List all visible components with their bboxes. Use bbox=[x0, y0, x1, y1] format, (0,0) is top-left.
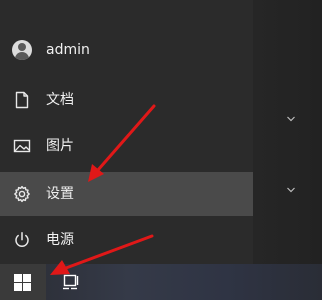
pictures-item[interactable]: 图片 bbox=[0, 124, 253, 168]
windows-logo-icon bbox=[14, 274, 31, 291]
document-icon bbox=[12, 90, 32, 110]
pictures-label: 图片 bbox=[46, 138, 74, 154]
start-menu-screen: admin 文档 图片 设置 电源 bbox=[0, 0, 322, 300]
task-view-button[interactable] bbox=[48, 264, 94, 300]
gear-icon bbox=[12, 184, 32, 204]
chevron-down-icon[interactable] bbox=[283, 111, 299, 127]
start-button[interactable] bbox=[0, 264, 46, 300]
settings-label: 设置 bbox=[46, 186, 74, 202]
power-item[interactable]: 电源 bbox=[0, 218, 253, 262]
documents-item[interactable]: 文档 bbox=[0, 78, 253, 122]
documents-label: 文档 bbox=[46, 92, 74, 108]
settings-item[interactable]: 设置 bbox=[0, 172, 253, 216]
picture-icon bbox=[12, 136, 32, 156]
chevron-down-icon[interactable] bbox=[283, 182, 299, 198]
power-label: 电源 bbox=[46, 232, 74, 248]
start-menu-rail: admin 文档 图片 设置 电源 bbox=[0, 0, 253, 264]
user-avatar-icon bbox=[12, 40, 32, 60]
task-view-icon bbox=[61, 273, 81, 291]
account-item[interactable]: admin bbox=[0, 28, 253, 72]
account-label: admin bbox=[46, 42, 90, 58]
tiles-area bbox=[253, 0, 322, 264]
power-icon bbox=[12, 230, 32, 250]
